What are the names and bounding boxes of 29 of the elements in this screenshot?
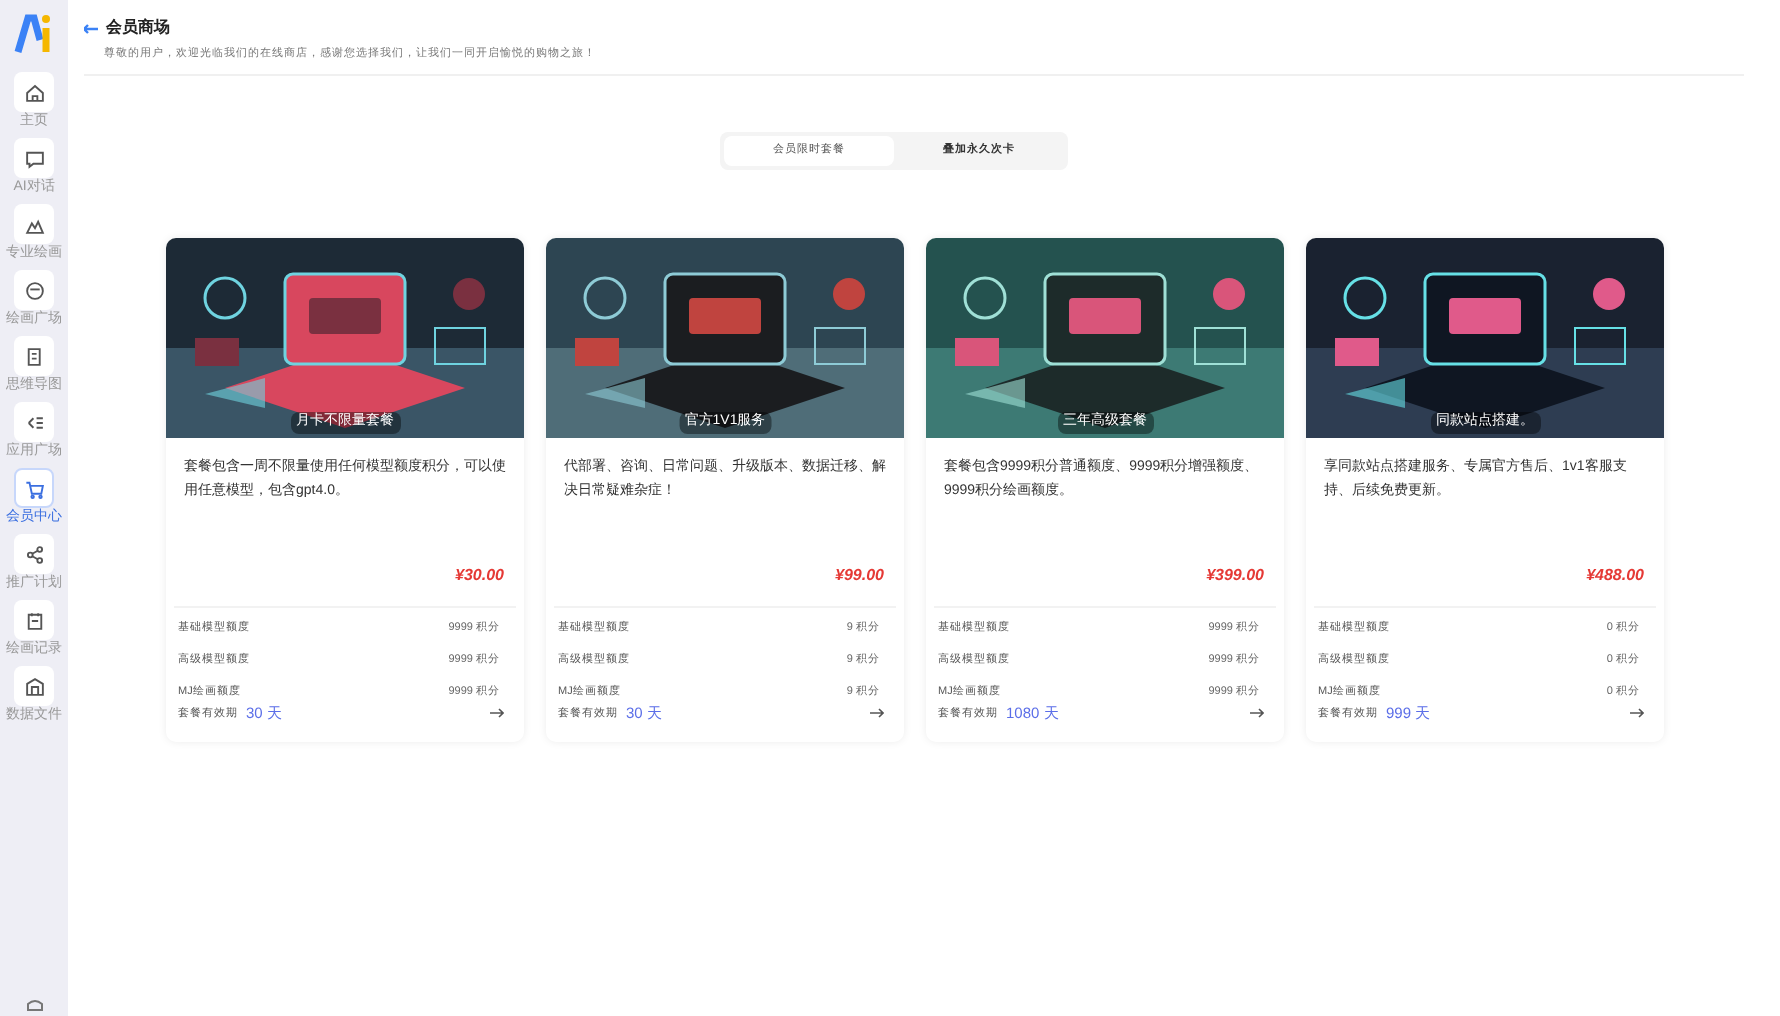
arrow-right-icon[interactable] [1250,708,1264,719]
sidebar-item[interactable] [14,138,54,178]
arrow-icon [84,23,98,33]
plan-price: ¥99.00 [835,563,884,587]
plan-price: ¥30.00 [455,563,504,587]
share-icon [23,543,45,565]
arrow-right-icon[interactable] [870,708,884,719]
sidebar-item[interactable] [14,402,54,442]
plan-price: ¥399.00 [1206,563,1264,587]
sidebar-item[interactable] [14,72,54,112]
plan-price: ¥488.00 [1586,563,1644,587]
page-title: 会员商场 [106,16,170,40]
chat-icon [23,147,45,169]
sidebar-item[interactable] [14,204,54,244]
document-icon [23,345,45,367]
sidebar-item[interactable] [14,468,54,508]
cart-icon [23,477,45,499]
arrow-right-icon[interactable] [1630,708,1644,719]
building-icon [23,675,45,697]
home-icon [23,81,45,103]
sidebar-item[interactable] [14,666,54,706]
logo-icon [14,12,54,56]
sidebar-item[interactable] [14,534,54,574]
sidebar-item[interactable] [14,336,54,376]
sidebar-item[interactable] [14,270,54,310]
arrow-right-icon[interactable] [490,708,504,719]
clipboard-icon [23,609,45,631]
list-icon [23,411,45,433]
sidebar-item[interactable] [14,600,54,640]
